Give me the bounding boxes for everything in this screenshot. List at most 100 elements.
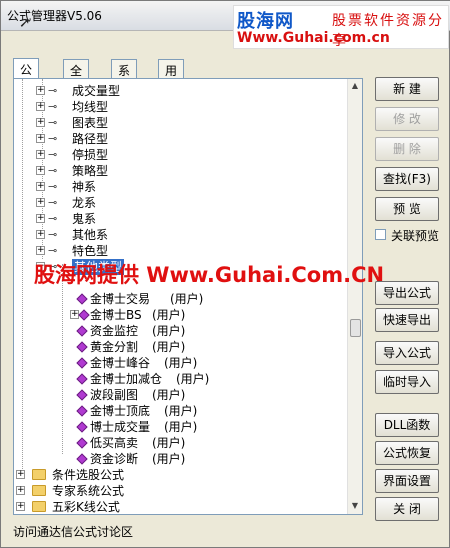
ui-settings-button[interactable]: 界面设置 xyxy=(375,469,439,493)
formula-tag: (用户) xyxy=(164,420,198,434)
vertical-scrollbar[interactable]: ▲ ▼ xyxy=(347,79,362,514)
formula-tag: (用户) xyxy=(164,404,198,418)
formula-diamond-icon xyxy=(76,325,88,337)
export-formula-button[interactable]: 导出公式 xyxy=(375,281,439,305)
expand-plus-icon[interactable]: + xyxy=(16,502,25,511)
formula-tag: (用户) xyxy=(170,292,204,306)
folder-icon xyxy=(32,501,46,512)
formula-tag: (用户) xyxy=(164,356,198,370)
delete-button[interactable]: 删 除 xyxy=(375,137,439,161)
tree-group-label: 策略型 xyxy=(72,164,109,178)
formula-tag: (用户) xyxy=(152,436,186,450)
formula-diamond-icon xyxy=(76,373,88,385)
expand-plus-icon[interactable]: + xyxy=(36,86,45,95)
formula-diamond-icon xyxy=(76,357,88,369)
root-folder-label: 专家系统公式 xyxy=(52,484,125,498)
formula-tag: (用户) xyxy=(176,372,210,386)
formula-name: 低买高卖 xyxy=(90,436,139,450)
key-icon: ⊸ xyxy=(48,132,58,145)
mouse-cursor-icon: ➚ xyxy=(19,15,31,31)
tree-group-label: 特色型 xyxy=(72,244,109,258)
new-button[interactable]: 新 建 xyxy=(375,77,439,101)
formula-name: 金博士峰谷 xyxy=(90,356,151,370)
expand-plus-icon[interactable]: + xyxy=(16,470,25,479)
formula-diamond-icon xyxy=(76,293,88,305)
forum-link[interactable]: 访问通达信公式讨论区 xyxy=(13,523,133,540)
scrollbar-thumb[interactable] xyxy=(350,319,361,337)
edit-button[interactable]: 修 改 xyxy=(375,107,439,131)
tree-guide-line xyxy=(22,79,23,469)
tree-group-label: 其他系 xyxy=(72,228,109,242)
key-icon: ⊸ xyxy=(48,164,58,177)
expand-plus-icon[interactable]: + xyxy=(36,230,45,239)
formula-tag: (用户) xyxy=(152,388,186,402)
folder-icon xyxy=(32,469,46,480)
expand-plus-icon[interactable]: + xyxy=(36,166,45,175)
scroll-up-arrow-icon[interactable]: ▲ xyxy=(350,81,360,91)
formula-name: 黄金分割 xyxy=(90,340,139,354)
expand-plus-icon[interactable]: + xyxy=(16,486,25,495)
expand-plus-icon[interactable]: + xyxy=(36,246,45,255)
formula-name: 资金监控 xyxy=(90,324,139,338)
expand-plus-icon[interactable]: + xyxy=(36,198,45,207)
formula-diamond-icon xyxy=(78,309,90,321)
find-button[interactable]: 查找(F3) xyxy=(375,167,439,191)
formula-diamond-icon xyxy=(76,389,88,401)
formula-diamond-icon xyxy=(76,437,88,449)
tab-formula-group[interactable]: 公式组 xyxy=(13,58,40,111)
tree-group-label: 龙系 xyxy=(72,196,97,210)
formula-tag: (用户) xyxy=(152,308,186,322)
key-icon: ⊸ xyxy=(48,228,58,241)
formula-name: 金博士交易 xyxy=(90,292,151,306)
brand-logo: 股海网 股票软件资源分享 Www.Guhai.com.cn xyxy=(233,5,449,49)
tree-group-label: 成交量型 xyxy=(72,84,121,98)
linked-preview-checkbox[interactable] xyxy=(375,229,386,240)
key-icon: ⊸ xyxy=(48,116,58,129)
formula-manager-window: 公式管理器V5.06 ➚ 股海网 股票软件资源分享 Www.Guhai.com.… xyxy=(0,0,450,548)
expand-plus-icon[interactable]: + xyxy=(36,102,45,111)
tree-group-label: 神系 xyxy=(72,180,97,194)
formula-name: 博士成交量 xyxy=(90,420,151,434)
expand-plus-icon[interactable]: + xyxy=(36,214,45,223)
key-icon: ⊸ xyxy=(48,100,58,113)
expand-plus-icon[interactable]: + xyxy=(36,134,45,143)
tree-group-label: 路径型 xyxy=(72,132,109,146)
formula-name: 金博士加减仓 xyxy=(90,372,163,386)
expand-plus-icon[interactable]: + xyxy=(36,118,45,127)
tab-user[interactable]: 用户 xyxy=(158,59,185,95)
formula-diamond-icon xyxy=(76,453,88,465)
formula-name: 金博士顶底 xyxy=(90,404,151,418)
close-button[interactable]: 关 闭 xyxy=(375,497,439,521)
formula-tree-panel: + ⊸ 成交量型 + ⊸ 均线型 + ⊸ 图表型 + ⊸ 路径型 + ⊸ 停损型… xyxy=(13,78,363,515)
expand-plus-icon[interactable]: + xyxy=(36,150,45,159)
brand-url: Www.Guhai.com.cn xyxy=(237,30,390,46)
restore-formula-button[interactable]: 公式恢复 xyxy=(375,441,439,465)
dll-function-button[interactable]: DLL函数 xyxy=(375,413,439,437)
tree-group-label: 鬼系 xyxy=(72,212,97,226)
scroll-down-arrow-icon[interactable]: ▼ xyxy=(350,501,360,511)
tree-group-label: 图表型 xyxy=(72,116,109,130)
expand-plus-icon[interactable]: + xyxy=(36,182,45,191)
formula-tag: (用户) xyxy=(152,324,186,338)
linked-preview-label: 关联预览 xyxy=(391,229,440,243)
formula-diamond-icon xyxy=(76,421,88,433)
key-icon: ⊸ xyxy=(48,212,58,225)
formula-name: 资金诊断 xyxy=(90,452,139,466)
key-icon: ⊸ xyxy=(48,180,58,193)
formula-diamond-icon xyxy=(76,341,88,353)
formula-tag: (用户) xyxy=(152,452,186,466)
quick-export-button[interactable]: 快速导出 xyxy=(375,308,439,332)
tab-all[interactable]: 全部 xyxy=(63,59,90,95)
key-icon: ⊸ xyxy=(48,84,58,97)
root-folder-label: 条件选股公式 xyxy=(52,468,125,482)
preview-button[interactable]: 预 览 xyxy=(375,197,439,221)
import-formula-button[interactable]: 导入公式 xyxy=(375,341,439,365)
watermark-banner: 股海网提供 Www.Guhai.Com.CN xyxy=(34,263,385,287)
temp-import-button[interactable]: 临时导入 xyxy=(375,370,439,394)
formula-name: 波段副图 xyxy=(90,388,139,402)
formula-tree[interactable]: + ⊸ 成交量型 + ⊸ 均线型 + ⊸ 图表型 + ⊸ 路径型 + ⊸ 停损型… xyxy=(14,79,347,514)
formula-name: 金博士BS xyxy=(90,308,142,322)
tab-system[interactable]: 系统 xyxy=(111,59,138,95)
tree-group-label: 停损型 xyxy=(72,148,109,162)
tree-group-label: 均线型 xyxy=(72,100,109,114)
